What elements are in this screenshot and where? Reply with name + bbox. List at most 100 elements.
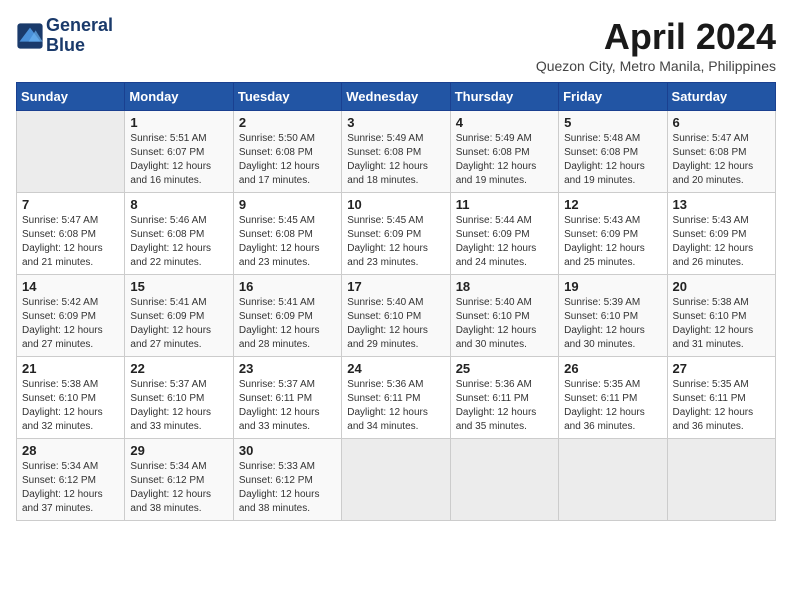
day-info: Sunrise: 5:33 AM Sunset: 6:12 PM Dayligh…	[239, 460, 336, 516]
calendar-week-row: 14 Sunrise: 5:42 AM Sunset: 6:09 PM Dayli…	[17, 275, 776, 357]
day-info: Sunrise: 5:50 AM Sunset: 6:08 PM Dayligh…	[239, 132, 336, 188]
calendar-cell: 13 Sunrise: 5:43 AM Sunset: 6:09 PM Dayli…	[667, 193, 775, 275]
calendar-cell: 22 Sunrise: 5:37 AM Sunset: 6:10 PM Dayli…	[125, 357, 233, 439]
calendar-cell: 3Sunrise: 5:49 AM Sunset: 6:08 PM Daylig…	[342, 111, 450, 193]
calendar-cell: 1Sunrise: 5:51 AM Sunset: 6:07 PM Daylig…	[125, 111, 233, 193]
day-number: 7	[22, 197, 119, 212]
weekday-header-cell: Friday	[559, 83, 667, 111]
calendar-cell	[342, 439, 450, 521]
calendar-cell: 25 Sunrise: 5:36 AM Sunset: 6:11 PM Dayli…	[450, 357, 558, 439]
weekday-header-cell: Tuesday	[233, 83, 341, 111]
calendar-week-row: 7 Sunrise: 5:47 AM Sunset: 6:08 PM Daylig…	[17, 193, 776, 275]
day-number: 14	[22, 279, 119, 294]
calendar-cell: 20 Sunrise: 5:38 AM Sunset: 6:10 PM Dayli…	[667, 275, 775, 357]
month-title: April 2024	[536, 16, 776, 58]
day-info: Sunrise: 5:40 AM Sunset: 6:10 PM Dayligh…	[456, 296, 553, 352]
calendar-cell: 19 Sunrise: 5:39 AM Sunset: 6:10 PM Dayli…	[559, 275, 667, 357]
calendar-cell: 10 Sunrise: 5:45 AM Sunset: 6:09 PM Dayli…	[342, 193, 450, 275]
day-number: 29	[130, 443, 227, 458]
calendar-cell	[450, 439, 558, 521]
weekday-header-cell: Sunday	[17, 83, 125, 111]
day-number: 30	[239, 443, 336, 458]
day-number: 15	[130, 279, 227, 294]
calendar-cell: 5 Sunrise: 5:48 AM Sunset: 6:08 PM Daylig…	[559, 111, 667, 193]
day-number: 28	[22, 443, 119, 458]
day-info: Sunrise: 5:42 AM Sunset: 6:09 PM Dayligh…	[22, 296, 119, 352]
day-number: 24	[347, 361, 444, 376]
day-info: Sunrise: 5:43 AM Sunset: 6:09 PM Dayligh…	[564, 214, 661, 270]
day-info: Sunrise: 5:36 AM Sunset: 6:11 PM Dayligh…	[456, 378, 553, 434]
day-number: 11	[456, 197, 553, 212]
day-info: Sunrise: 5:36 AM Sunset: 6:11 PM Dayligh…	[347, 378, 444, 434]
day-info: Sunrise: 5:47 AM Sunset: 6:08 PM Dayligh…	[673, 132, 770, 188]
day-info: Sunrise: 5:47 AM Sunset: 6:08 PM Dayligh…	[22, 214, 119, 270]
logo-text: General Blue	[46, 16, 113, 56]
calendar-cell: 26 Sunrise: 5:35 AM Sunset: 6:11 PM Dayli…	[559, 357, 667, 439]
day-info: Sunrise: 5:49 AM Sunset: 6:08 PM Dayligh…	[347, 132, 444, 188]
day-info: Sunrise: 5:51 AM Sunset: 6:07 PM Dayligh…	[130, 132, 227, 188]
day-info: Sunrise: 5:41 AM Sunset: 6:09 PM Dayligh…	[239, 296, 336, 352]
day-number: 8	[130, 197, 227, 212]
day-number: 16	[239, 279, 336, 294]
day-number: 10	[347, 197, 444, 212]
calendar-cell	[559, 439, 667, 521]
location-subtitle: Quezon City, Metro Manila, Philippines	[536, 58, 776, 74]
calendar-cell	[17, 111, 125, 193]
day-info: Sunrise: 5:38 AM Sunset: 6:10 PM Dayligh…	[673, 296, 770, 352]
calendar-cell: 30 Sunrise: 5:33 AM Sunset: 6:12 PM Dayli…	[233, 439, 341, 521]
calendar-cell: 29Sunrise: 5:34 AM Sunset: 6:12 PM Dayli…	[125, 439, 233, 521]
calendar-cell: 4 Sunrise: 5:49 AM Sunset: 6:08 PM Daylig…	[450, 111, 558, 193]
calendar-week-row: 28 Sunrise: 5:34 AM Sunset: 6:12 PM Dayli…	[17, 439, 776, 521]
day-info: Sunrise: 5:45 AM Sunset: 6:09 PM Dayligh…	[347, 214, 444, 270]
calendar-cell: 8 Sunrise: 5:46 AM Sunset: 6:08 PM Daylig…	[125, 193, 233, 275]
day-info: Sunrise: 5:48 AM Sunset: 6:08 PM Dayligh…	[564, 132, 661, 188]
calendar-week-row: 21Sunrise: 5:38 AM Sunset: 6:10 PM Dayli…	[17, 357, 776, 439]
calendar-week-row: 1Sunrise: 5:51 AM Sunset: 6:07 PM Daylig…	[17, 111, 776, 193]
day-info: Sunrise: 5:40 AM Sunset: 6:10 PM Dayligh…	[347, 296, 444, 352]
day-info: Sunrise: 5:45 AM Sunset: 6:08 PM Dayligh…	[239, 214, 336, 270]
day-number: 22	[130, 361, 227, 376]
calendar-cell: 27 Sunrise: 5:35 AM Sunset: 6:11 PM Dayli…	[667, 357, 775, 439]
day-info: Sunrise: 5:35 AM Sunset: 6:11 PM Dayligh…	[673, 378, 770, 434]
day-number: 26	[564, 361, 661, 376]
day-info: Sunrise: 5:44 AM Sunset: 6:09 PM Dayligh…	[456, 214, 553, 270]
calendar-cell: 15 Sunrise: 5:41 AM Sunset: 6:09 PM Dayli…	[125, 275, 233, 357]
calendar-cell: 21Sunrise: 5:38 AM Sunset: 6:10 PM Dayli…	[17, 357, 125, 439]
day-info: Sunrise: 5:35 AM Sunset: 6:11 PM Dayligh…	[564, 378, 661, 434]
calendar-cell: 16 Sunrise: 5:41 AM Sunset: 6:09 PM Dayli…	[233, 275, 341, 357]
calendar-cell: 11 Sunrise: 5:44 AM Sunset: 6:09 PM Dayli…	[450, 193, 558, 275]
day-number: 2	[239, 115, 336, 130]
weekday-header-cell: Saturday	[667, 83, 775, 111]
calendar-cell	[667, 439, 775, 521]
weekday-header-row: SundayMondayTuesdayWednesdayThursdayFrid…	[17, 83, 776, 111]
day-info: Sunrise: 5:41 AM Sunset: 6:09 PM Dayligh…	[130, 296, 227, 352]
calendar-cell: 6 Sunrise: 5:47 AM Sunset: 6:08 PM Daylig…	[667, 111, 775, 193]
day-number: 6	[673, 115, 770, 130]
day-info: Sunrise: 5:49 AM Sunset: 6:08 PM Dayligh…	[456, 132, 553, 188]
day-info: Sunrise: 5:46 AM Sunset: 6:08 PM Dayligh…	[130, 214, 227, 270]
day-number: 13	[673, 197, 770, 212]
day-number: 19	[564, 279, 661, 294]
day-number: 9	[239, 197, 336, 212]
day-number: 17	[347, 279, 444, 294]
day-number: 12	[564, 197, 661, 212]
day-info: Sunrise: 5:34 AM Sunset: 6:12 PM Dayligh…	[22, 460, 119, 516]
day-number: 20	[673, 279, 770, 294]
calendar-cell: 14 Sunrise: 5:42 AM Sunset: 6:09 PM Dayli…	[17, 275, 125, 357]
calendar-cell: 24 Sunrise: 5:36 AM Sunset: 6:11 PM Dayli…	[342, 357, 450, 439]
day-number: 23	[239, 361, 336, 376]
day-number: 5	[564, 115, 661, 130]
calendar-cell: 18 Sunrise: 5:40 AM Sunset: 6:10 PM Dayli…	[450, 275, 558, 357]
day-number: 18	[456, 279, 553, 294]
calendar-cell: 28 Sunrise: 5:34 AM Sunset: 6:12 PM Dayli…	[17, 439, 125, 521]
calendar-body: 1Sunrise: 5:51 AM Sunset: 6:07 PM Daylig…	[17, 111, 776, 521]
logo-line2: Blue	[46, 36, 113, 56]
day-number: 25	[456, 361, 553, 376]
calendar-table: SundayMondayTuesdayWednesdayThursdayFrid…	[16, 82, 776, 521]
day-number: 27	[673, 361, 770, 376]
day-number: 4	[456, 115, 553, 130]
day-info: Sunrise: 5:39 AM Sunset: 6:10 PM Dayligh…	[564, 296, 661, 352]
day-info: Sunrise: 5:43 AM Sunset: 6:09 PM Dayligh…	[673, 214, 770, 270]
day-info: Sunrise: 5:37 AM Sunset: 6:10 PM Dayligh…	[130, 378, 227, 434]
calendar-cell: 12 Sunrise: 5:43 AM Sunset: 6:09 PM Dayli…	[559, 193, 667, 275]
